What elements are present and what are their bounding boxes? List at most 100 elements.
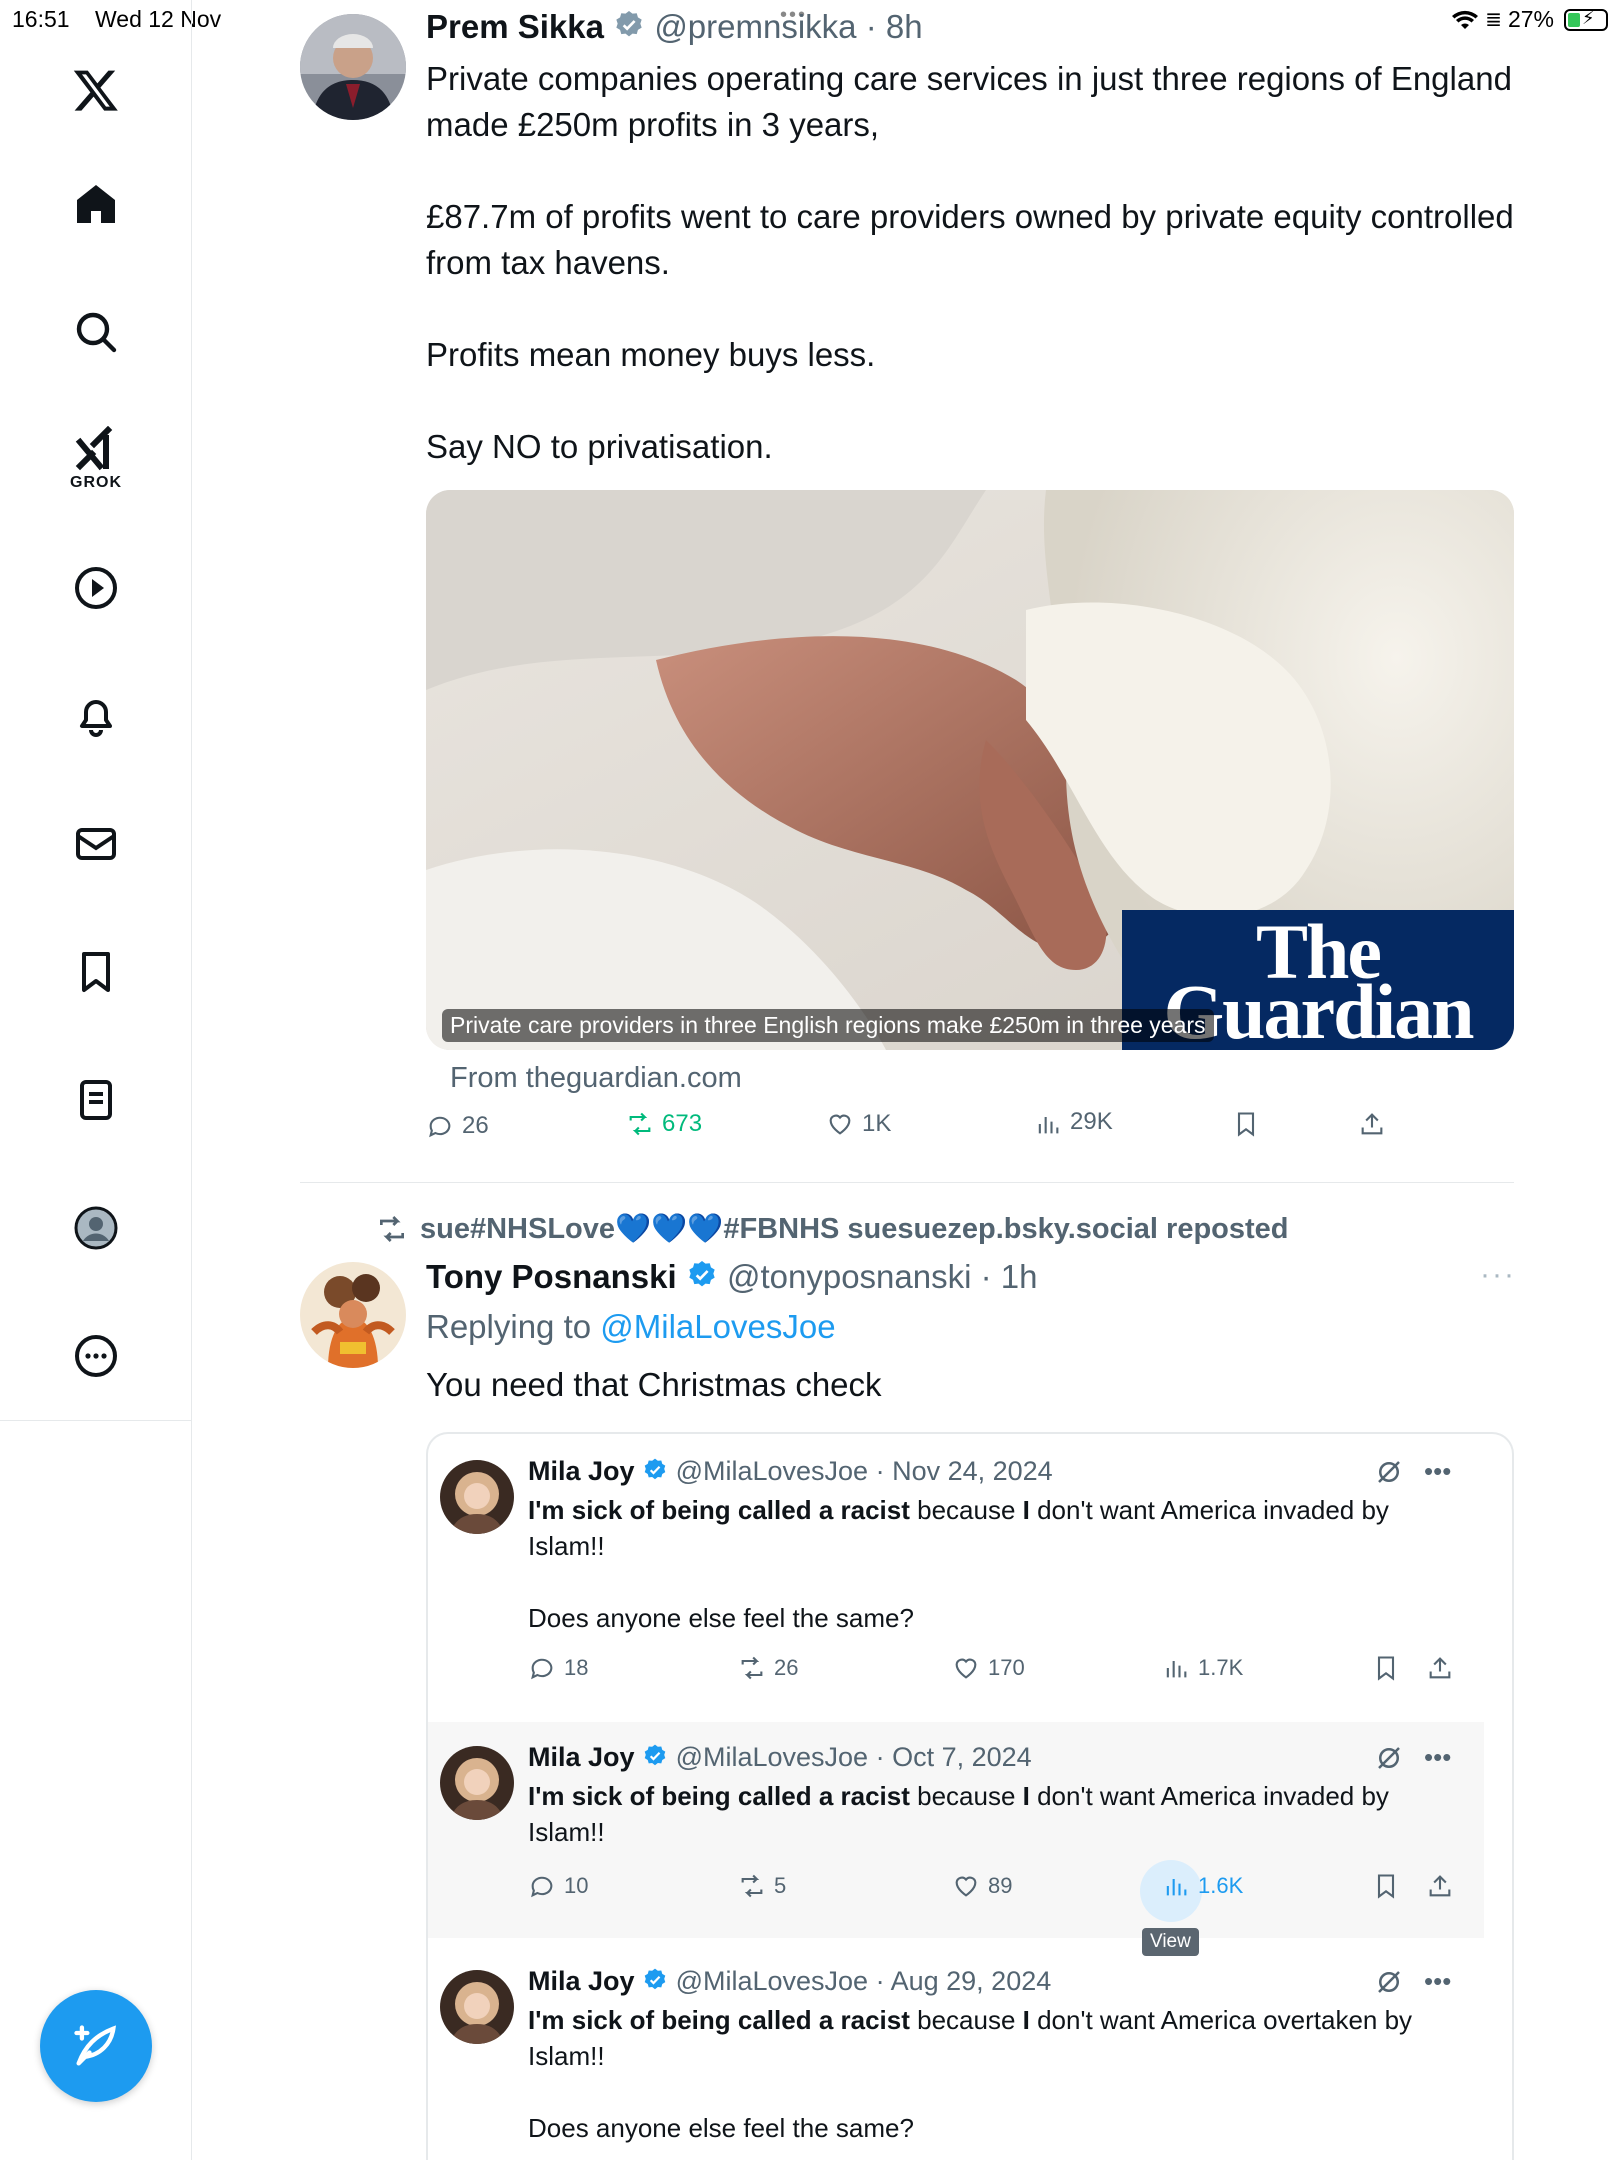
tweet-time[interactable]: · 1h xyxy=(981,1258,1038,1295)
lists-icon[interactable] xyxy=(66,1070,126,1130)
x-logo-icon[interactable] xyxy=(66,60,126,120)
home-icon[interactable] xyxy=(66,174,126,234)
heart-icon xyxy=(955,1658,977,1679)
views-button[interactable]: 29K xyxy=(1034,1110,1113,1138)
quoted-extra-text: Does anyone else feel the same? xyxy=(528,2113,914,2143)
profile-avatar-icon[interactable] xyxy=(66,1198,126,1258)
quoted-text: I'm sick of being called a racist becaus… xyxy=(528,1495,1389,1561)
battery-icon: ⚡ xyxy=(1564,8,1608,31)
grok-icon[interactable] xyxy=(66,420,126,480)
search-icon[interactable] xyxy=(66,302,126,362)
reply-stat: 18 xyxy=(528,1654,588,1682)
sidebar-divider xyxy=(0,1420,192,1421)
compose-post-button[interactable] xyxy=(40,1990,152,2102)
views-stat: 1.7K xyxy=(1162,1654,1243,1682)
more-options-button[interactable]: ··· xyxy=(1480,1258,1516,1292)
sidebar: GROK xyxy=(0,0,192,2160)
wifi-icon xyxy=(1452,10,1479,29)
tweet-header: Tony Posnanski @tonyposnanski · 1h xyxy=(426,1258,1038,1296)
quoted-icons: ••• xyxy=(1374,1966,1451,1997)
verified-badge-icon xyxy=(689,1261,715,1287)
quoted-actions: 10 5 89 1.6K xyxy=(528,1872,1468,1912)
analytics-icon xyxy=(1166,1879,1187,1896)
author-handle[interactable]: @premnsikka xyxy=(654,8,856,45)
repost-count: 673 xyxy=(662,1110,703,1137)
quoted-header: Mila Joy @MilaLovesJoe · Nov 24, 2024 xyxy=(528,1456,1053,1487)
repost-button[interactable]: 673 xyxy=(626,1110,702,1138)
verified-badge-icon xyxy=(644,1458,666,1480)
author-name[interactable]: Prem Sikka xyxy=(426,8,604,45)
author-handle: @MilaLovesJoe xyxy=(675,1966,869,1996)
quoted-post: Mila Joy @MilaLovesJoe · Nov 24, 2024 ••… xyxy=(428,1434,1484,1724)
post-date: · Nov 24, 2024 xyxy=(875,1456,1053,1486)
replying-to: Replying to @MilaLovesJoe xyxy=(426,1308,836,1345)
quoted-post: Mila Joy @MilaLovesJoe · Aug 29, 2024 ••… xyxy=(428,1954,1484,2160)
share-button[interactable] xyxy=(1358,1110,1386,1138)
more-icon: ••• xyxy=(1424,1456,1452,1486)
author-handle[interactable]: @tonyposnanski xyxy=(727,1258,971,1295)
quoted-actions: 18 26 170 1.7K xyxy=(528,1654,1468,1694)
grok-label: GROK xyxy=(70,474,122,491)
more-icon: ••• xyxy=(1424,1966,1452,1996)
quoted-extra-text: Does anyone else feel the same? xyxy=(528,1603,914,1633)
quoted-header: Mila Joy @MilaLovesJoe · Oct 7, 2024 xyxy=(528,1742,1032,1773)
like-stat: 89 xyxy=(952,1872,1012,1900)
share-stat xyxy=(1426,1654,1454,1682)
verified-badge-icon xyxy=(644,1968,666,1990)
bell-icon[interactable] xyxy=(66,686,126,746)
bookmark-button[interactable] xyxy=(1232,1110,1260,1138)
like-button[interactable]: 1K xyxy=(826,1110,891,1138)
reply-icon xyxy=(429,1116,451,1138)
repost-stat: 26 xyxy=(738,1654,798,1682)
author-handle: @MilaLovesJoe xyxy=(675,1456,869,1486)
attached-screenshot[interactable]: Mila Joy @MilaLovesJoe · Nov 24, 2024 ••… xyxy=(426,1432,1514,2160)
author-name: Mila Joy xyxy=(528,1966,635,1996)
tweet-text: Private companies operating care service… xyxy=(426,56,1526,470)
repost-icon xyxy=(629,1112,651,1136)
avatar-tony-posnanski[interactable] xyxy=(300,1262,406,1368)
author-name[interactable]: Tony Posnanski xyxy=(426,1258,677,1295)
more-circle-icon[interactable] xyxy=(66,1326,126,1386)
grok-slash-icon xyxy=(1378,1970,1400,1993)
avatar-prem-sikka[interactable] xyxy=(300,14,406,120)
quoted-icons: ••• xyxy=(1374,1456,1451,1487)
quoted-icons: ••• xyxy=(1374,1742,1451,1773)
replying-to-handle[interactable]: @MilaLovesJoe xyxy=(600,1308,835,1345)
quoted-post: Mila Joy @MilaLovesJoe · Oct 7, 2024 •••… xyxy=(428,1722,1484,1938)
tweet-time[interactable]: · 8h xyxy=(866,8,923,45)
mail-icon[interactable] xyxy=(66,814,126,874)
reply-count: 26 xyxy=(462,1112,489,1139)
data-saver-icon: ≣ xyxy=(1485,9,1502,31)
repost-icon xyxy=(380,1216,404,1242)
bookmark-stat xyxy=(1372,1654,1400,1682)
heart-icon xyxy=(829,1114,851,1135)
author-handle: @MilaLovesJoe xyxy=(675,1742,869,1772)
video-play-icon[interactable] xyxy=(66,558,126,618)
avatar-mila-joy xyxy=(440,1970,514,2044)
link-card[interactable]: The Guardian Private care providers in t… xyxy=(426,490,1514,1050)
tweet-actions: 26 673 1K 29K xyxy=(426,1110,1426,1150)
more-icon: ••• xyxy=(1424,1742,1452,1772)
tweet-separator xyxy=(300,1182,1514,1183)
post-date: · Oct 7, 2024 xyxy=(875,1742,1032,1772)
like-stat: 170 xyxy=(952,1654,1025,1682)
reply-icon xyxy=(531,1658,553,1680)
post-date: · Aug 29, 2024 xyxy=(875,1966,1052,1996)
compose-feather-icon xyxy=(74,2025,116,2066)
repost-attribution[interactable]: sue#NHSLove💙💙💙#FBNHS suesuezep.bsky.soci… xyxy=(376,1212,1289,1246)
tweet-paragraph: Profits mean money buys less. xyxy=(426,336,876,373)
views-count: 29K xyxy=(1070,1111,1113,1129)
card-source[interactable]: From theguardian.com xyxy=(450,1062,742,1095)
share-icon xyxy=(1361,1113,1383,1135)
bookmark-icon[interactable] xyxy=(66,942,126,1002)
blue-hearts: 💙💙💙 xyxy=(615,1213,724,1245)
repost-stat: 5 xyxy=(738,1872,786,1900)
repost-icon xyxy=(741,1874,763,1898)
reply-button[interactable]: 26 xyxy=(426,1112,489,1140)
repost-icon xyxy=(741,1656,763,1680)
bookmark-icon xyxy=(1377,1656,1395,1681)
verified-badge-icon xyxy=(644,1744,666,1766)
tweet-paragraph: Private companies operating care service… xyxy=(426,60,1512,143)
tweet-paragraph: Say NO to privatisation. xyxy=(426,428,773,465)
reposter-name: sue#NHSLove xyxy=(420,1213,616,1245)
